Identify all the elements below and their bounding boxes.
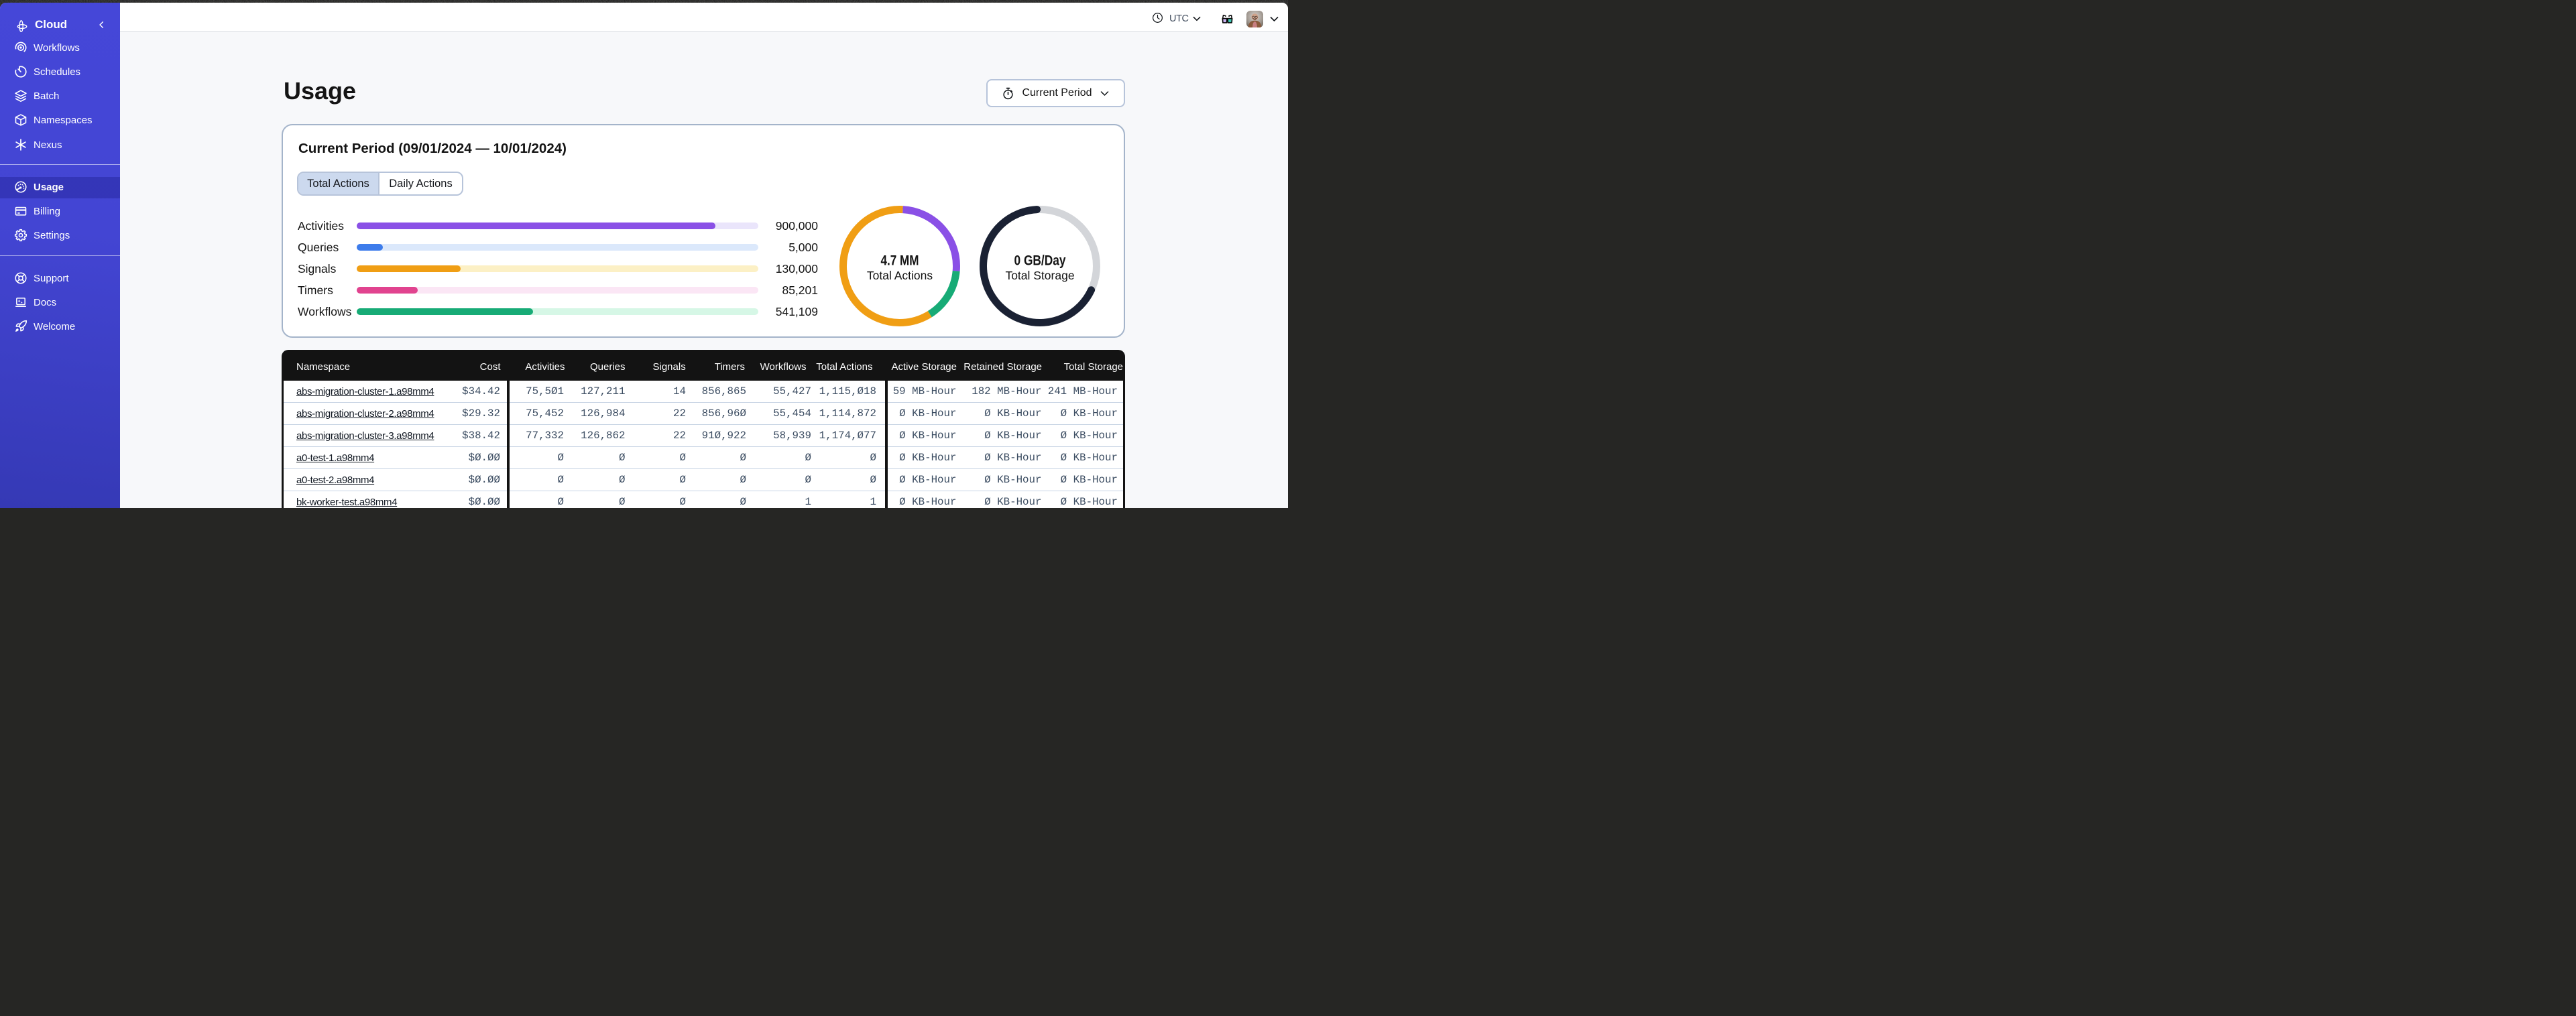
svg-text:4.7 MM: 4.7 MM — [881, 253, 919, 269]
svg-text:Total Storage: Total Storage — [1005, 269, 1074, 282]
svg-text:Total Actions: Total Actions — [867, 269, 933, 282]
svg-text:0 GB/Day: 0 GB/Day — [1014, 253, 1066, 269]
